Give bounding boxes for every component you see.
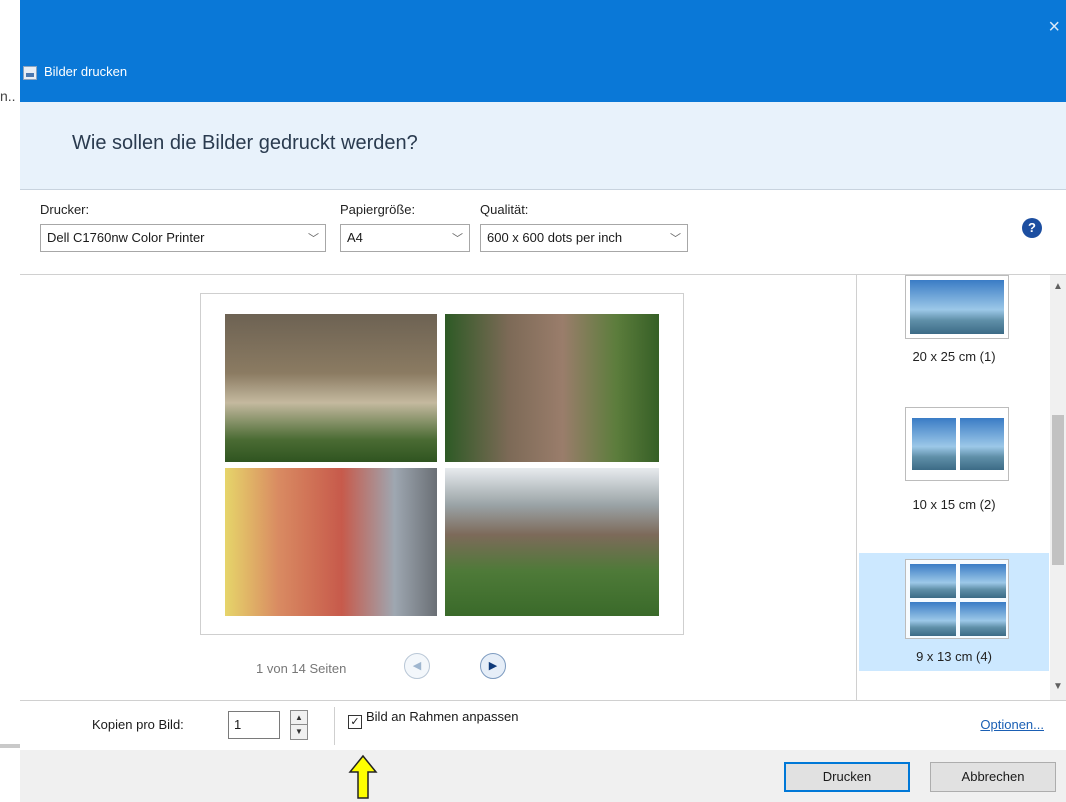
dialog-footer: Drucken Abbrechen [20,750,1066,802]
print-preview-area: 1 von 14 Seiten ◀ ▶ [20,274,856,700]
bottom-options-bar: Kopien pro Bild: 1 ▲ ▼ ✓ Bild an Rahmen … [20,700,1066,750]
annotation-arrow-icon [348,754,378,799]
print-settings-row: Drucker: Dell C1760nw Color Printer ﹀ Pa… [20,190,1066,274]
layout-thumbnail [905,275,1009,339]
paper-size-select[interactable]: A4 ﹀ [340,224,470,252]
background-window-text: n.. [0,88,16,104]
layout-item-9x13[interactable]: 9 x 13 cm (4) [859,553,1049,671]
help-icon[interactable]: ? [1022,218,1042,238]
printer-select[interactable]: Dell C1760nw Color Printer ﹀ [40,224,326,252]
chevron-down-icon: ﹀ [452,233,463,245]
arrow-right-icon: ▶ [488,660,498,672]
scroll-up-icon[interactable]: ▲ [1053,281,1063,292]
print-pictures-app-icon [23,66,37,80]
scrollbar-thumb[interactable] [1052,415,1064,565]
copies-label: Kopien pro Bild: [92,717,184,732]
fit-to-frame-label[interactable]: Bild an Rahmen anpassen [366,709,536,725]
close-icon[interactable]: × [1048,16,1060,39]
copies-input[interactable]: 1 [228,711,280,739]
page-indicator: 1 von 14 Seiten [256,661,347,676]
layout-item-20x25[interactable]: 20 x 25 cm (1) [859,269,1049,391]
layout-list-scrollbar[interactable]: ▲ ▼ [1050,275,1066,701]
divider [334,707,335,745]
previous-page-button[interactable]: ◀ [404,653,430,679]
arrow-left-icon: ◀ [412,660,422,672]
print-button[interactable]: Drucken [784,762,910,792]
stepper-up-icon[interactable]: ▲ [291,711,307,725]
layout-label: 9 x 13 cm (4) [916,649,992,664]
layout-thumbnail [905,559,1009,639]
preview-photo [445,468,659,616]
layout-list: 20 x 25 cm (1) 10 x 15 cm (2) 9 x 13 cm … [856,274,1066,701]
dialog-header: Wie sollen die Bilder gedruckt werden? [20,102,1066,190]
printer-select-value: Dell C1760nw Color Printer [47,230,205,245]
background-divider [0,744,22,748]
dialog-title: Bilder drucken [44,64,128,79]
options-link[interactable]: Optionen... [980,717,1044,732]
paper-size-select-value: A4 [347,230,363,245]
preview-photo [445,314,659,462]
preview-photo [225,468,437,616]
quality-label: Qualität: [480,202,529,217]
dialog-titlebar: Bilder drucken × [20,0,1066,102]
scroll-down-icon[interactable]: ▼ [1053,681,1063,692]
quality-select-value: 600 x 600 dots per inch [487,230,623,245]
background-window-strip: n.. [0,0,22,802]
preview-photo [225,314,437,462]
paper-size-label: Papiergröße: [340,202,416,217]
layout-item-10x15[interactable]: 10 x 15 cm (2) [859,401,1049,523]
layout-label: 10 x 15 cm (2) [912,497,996,512]
next-page-button[interactable]: ▶ [480,653,506,679]
layout-label: 20 x 25 cm (1) [912,349,996,364]
fit-to-frame-checkbox[interactable]: ✓ [348,715,362,729]
cancel-button[interactable]: Abbrechen [930,762,1056,792]
chevron-down-icon: ﹀ [308,233,319,245]
copies-stepper[interactable]: ▲ ▼ [290,710,308,740]
preview-page [200,293,684,635]
stepper-down-icon[interactable]: ▼ [291,725,307,739]
printer-label: Drucker: [40,202,90,217]
quality-select[interactable]: 600 x 600 dots per inch ﹀ [480,224,688,252]
layout-thumbnail [905,407,1009,481]
chevron-down-icon: ﹀ [670,233,681,245]
page-title: Wie sollen die Bilder gedruckt werden? [72,132,418,154]
